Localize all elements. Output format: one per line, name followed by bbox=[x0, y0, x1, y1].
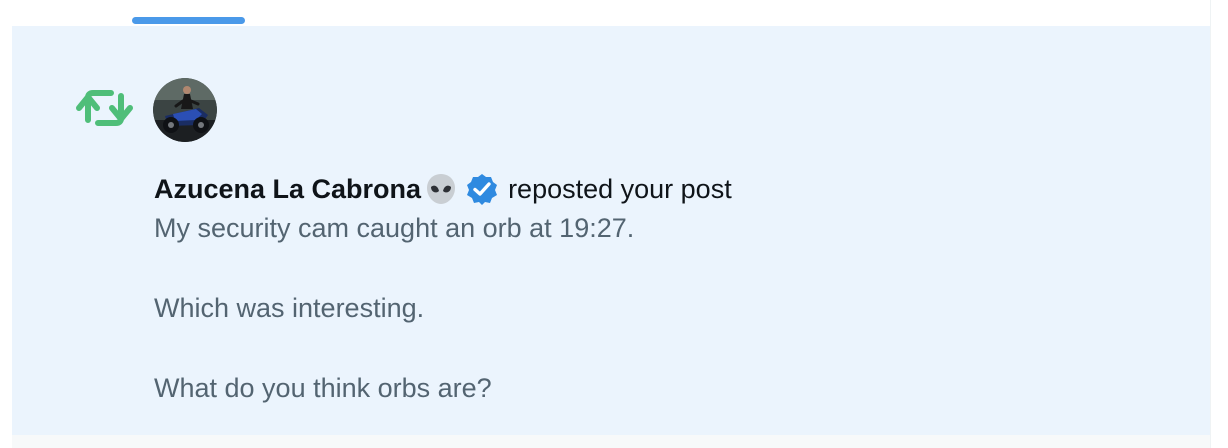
alien-emoji-icon bbox=[427, 174, 456, 204]
notification-view: Azucena La Cabrona reposted your post My… bbox=[0, 0, 1228, 448]
content-right-border bbox=[1210, 0, 1211, 448]
repost-icon bbox=[76, 90, 133, 126]
repost-headline: Azucena La Cabrona reposted your post bbox=[154, 167, 732, 211]
post-text-line-1: My security cam caught an orb at 19:27. bbox=[154, 213, 635, 243]
post-text-line-3: What do you think orbs are? bbox=[154, 373, 492, 403]
avatar[interactable] bbox=[153, 78, 217, 142]
action-text: reposted your post bbox=[508, 173, 732, 204]
next-notification-edge bbox=[12, 435, 1210, 448]
user-name[interactable]: Azucena La Cabrona bbox=[154, 174, 421, 205]
active-tab-indicator bbox=[132, 17, 245, 24]
post-text-line-2: Which was interesting. bbox=[154, 293, 425, 323]
verified-badge-icon bbox=[467, 174, 498, 205]
repost-notification[interactable]: Azucena La Cabrona reposted your post My… bbox=[12, 26, 1210, 435]
